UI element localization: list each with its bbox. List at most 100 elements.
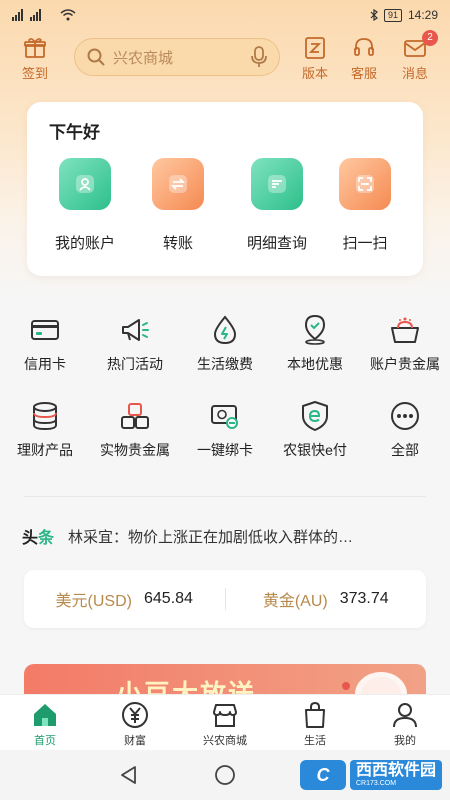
message-badge: 2	[422, 30, 438, 46]
service-hot-activities[interactable]: 热门活动	[90, 314, 180, 374]
headline-tag: 头条	[22, 524, 54, 548]
quick-action-transfer[interactable]: 转账	[138, 158, 218, 253]
headset-icon	[354, 38, 374, 56]
home-circle-icon[interactable]	[214, 764, 236, 786]
signal-indicators	[12, 9, 76, 21]
tab-wealth[interactable]: 财富	[90, 695, 180, 750]
user-account-icon	[53, 158, 111, 210]
version-button[interactable]: 版本	[294, 36, 336, 82]
headline-news[interactable]: 头条 林采宜：物价上涨正在加剧低收入群体的…	[22, 524, 422, 548]
battery-level: 91	[383, 8, 402, 22]
service-label: 热门活动	[107, 356, 163, 372]
customer-service-button[interactable]: 客服	[343, 36, 385, 82]
service-label: 生活缴费	[197, 356, 253, 372]
transfer-icon	[146, 158, 204, 210]
headline-tag-part1: 头	[22, 530, 39, 547]
home-icon	[34, 704, 56, 726]
e-pay-shield-icon	[302, 401, 328, 431]
service-all[interactable]: 全部	[360, 400, 450, 460]
tab-mine[interactable]: 我的	[360, 695, 450, 750]
watermark-text: 西西软件园	[355, 762, 436, 779]
service-label: 信用卡	[24, 356, 66, 372]
search-icon	[87, 48, 105, 66]
market-rates-card[interactable]: 美元(USD) 645.84 黄金(AU) 373.74	[24, 570, 426, 628]
service-utility-payment[interactable]: 生活缴费	[180, 314, 270, 374]
scan-icon	[333, 158, 391, 210]
quick-action-details-query[interactable]: 明细查询	[237, 158, 317, 253]
search-placeholder: 兴农商城	[113, 49, 174, 67]
details-query-icon	[245, 158, 303, 210]
quick-action-scan[interactable]: 扫一扫	[325, 158, 405, 253]
messages-button[interactable]: 消息 2	[394, 30, 438, 82]
service-label: 一键绑卡	[197, 442, 253, 458]
watermark-logo: C 西西软件园 CR173.COM	[299, 756, 442, 794]
tab-home[interactable]: 首页	[0, 695, 90, 750]
rate-name: 黄金(AU)	[262, 593, 328, 610]
shopping-bag-icon	[305, 701, 325, 728]
credit-card-icon	[31, 320, 59, 340]
version-label: 版本	[301, 66, 328, 81]
service-abc-e-pay[interactable]: 农银快e付	[270, 400, 360, 460]
tab-shop[interactable]: 兴农商城	[180, 695, 270, 750]
clock: 14:29	[407, 8, 438, 22]
service-label: 全部	[391, 442, 419, 458]
tab-label: 兴农商城	[203, 735, 247, 747]
yuan-coin-icon	[122, 702, 148, 728]
profile-icon	[393, 703, 417, 728]
signal-icon	[12, 9, 41, 21]
watermark-text-block: 西西软件园 CR173.COM	[349, 760, 442, 790]
gold-bars-icon	[121, 403, 149, 429]
bottom-tab-bar: 首页 财富 兴农商城 生活 我的	[0, 694, 450, 750]
system-navigation-bar: C 西西软件园 CR173.COM	[0, 750, 450, 800]
quick-action-label: 转账	[162, 235, 193, 252]
headline-tag-part2: 条	[38, 530, 55, 547]
gift-icon	[24, 38, 46, 58]
tab-label: 首页	[34, 735, 56, 747]
service-physical-precious-metal[interactable]: 实物贵金属	[90, 400, 180, 460]
headline-text: 林采宜：物价上涨正在加剧低收入群体的…	[68, 528, 354, 546]
service-label: 本地优惠	[287, 356, 343, 372]
greeting-text: 下午好	[49, 123, 100, 142]
megaphone-icon	[122, 319, 149, 341]
service-local-discounts[interactable]: 本地优惠	[270, 314, 360, 374]
quick-action-label: 明细查询	[246, 235, 307, 252]
rate-value: 645.84	[144, 590, 193, 607]
service-wealth-products[interactable]: 理财产品	[0, 400, 90, 460]
service-label: 实物贵金属	[100, 442, 170, 458]
service-label: 农银快e付	[283, 442, 347, 458]
back-triangle-icon[interactable]	[118, 764, 140, 786]
version-icon	[305, 37, 325, 59]
tab-label: 我的	[394, 735, 416, 747]
rate-gold[interactable]: 黄金(AU) 373.74	[226, 587, 427, 611]
more-dots-icon	[391, 402, 419, 430]
bind-card-icon	[211, 405, 238, 429]
message-label: 消息	[401, 66, 428, 81]
quick-action-my-account[interactable]: 我的账户	[45, 158, 125, 253]
watermark-mark: C	[299, 760, 346, 790]
tab-life[interactable]: 生活	[270, 695, 360, 750]
greeting-card: 下午好 我的账户 转账 明细查询 扫一扫	[27, 102, 423, 276]
rate-value: 373.74	[339, 590, 389, 607]
search-bar[interactable]: 兴农商城	[74, 38, 280, 76]
service-credit-card[interactable]: 信用卡	[0, 314, 90, 374]
service-label: 理财产品	[17, 442, 73, 458]
service-account-precious-metal[interactable]: 账户贵金属	[360, 314, 450, 374]
wifi-icon	[60, 9, 76, 21]
rate-usd[interactable]: 美元(USD) 645.84	[24, 587, 225, 611]
location-discount-icon	[304, 314, 326, 345]
microphone-icon[interactable]	[251, 46, 267, 68]
tab-label: 财富	[124, 735, 146, 747]
status-bar: 91 14:29	[0, 0, 450, 30]
service-one-click-bind-card[interactable]: 一键绑卡	[180, 400, 270, 460]
bluetooth-icon	[370, 9, 378, 21]
top-header: 签到 兴农商城 版本 客服 消息 2	[0, 30, 450, 88]
quick-action-label: 我的账户	[54, 235, 115, 252]
rate-name: 美元(USD)	[55, 593, 132, 610]
checkin-label: 签到	[21, 66, 48, 81]
section-divider	[24, 496, 426, 497]
service-label: 客服	[350, 66, 377, 81]
service-label: 账户贵金属	[370, 356, 440, 372]
quick-action-label: 扫一扫	[342, 235, 388, 252]
checkin-button[interactable]: 签到	[14, 36, 56, 82]
coins-stack-icon	[33, 402, 57, 431]
